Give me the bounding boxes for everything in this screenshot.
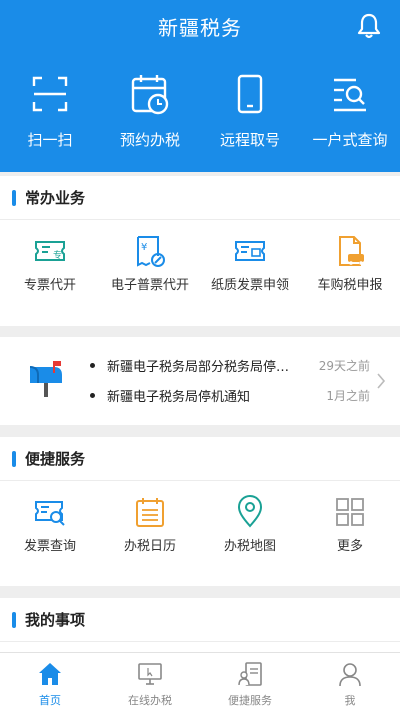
notice-time: 29天之前 — [318, 358, 370, 373]
service-icon — [238, 662, 262, 686]
list-search-icon — [334, 78, 366, 112]
tab-label: 便捷服务 — [228, 694, 272, 707]
business-item-special-invoice[interactable]: 专 专票代开 — [0, 234, 100, 295]
business-item-paper-invoice[interactable]: 纸质发票申领 — [200, 234, 300, 295]
tab-quick-service[interactable]: 便捷服务 — [200, 653, 300, 711]
service-item-more[interactable]: 更多 — [300, 495, 400, 556]
business-item-vehicle-tax[interactable]: 车购税申报 — [300, 234, 400, 295]
notice-text: 新疆电子税务局部分税务局停机通知 — [107, 359, 297, 375]
bell-icon[interactable] — [356, 12, 382, 40]
tab-me[interactable]: 我 — [300, 653, 400, 711]
business-item-label: 纸质发票申领 — [210, 278, 289, 293]
scan-icon — [32, 76, 68, 112]
invoice-search-icon — [35, 501, 65, 526]
quick-action-label: 预约办税 — [119, 131, 180, 149]
svg-text:专: 专 — [53, 249, 62, 261]
app-title: 新疆税务 — [158, 16, 242, 40]
business-item-e-invoice[interactable]: ¥ 电子普票代开 — [100, 234, 200, 295]
svg-text:¥: ¥ — [141, 242, 147, 253]
common-business-section: 常办业务 专 专票代开 ¥ 电子普票代开 纸质发票申领 车购税申报 — [0, 176, 400, 326]
bottom-tab-bar: 首页 在线办税 便捷服务 我 — [0, 652, 400, 711]
my-items-section: 我的事项 — [0, 598, 400, 652]
section-title: 常办业务 — [25, 189, 86, 207]
notice-item[interactable]: 新疆电子税务局停机通知 1月之前 — [90, 385, 370, 405]
section-header: 常办业务 — [0, 176, 400, 220]
tab-home[interactable]: 首页 — [0, 653, 100, 711]
phone-icon — [237, 74, 263, 114]
section-accent-bar — [12, 189, 16, 206]
service-item-label: 更多 — [336, 539, 363, 554]
tab-online-tax[interactable]: 在线办税 — [100, 653, 200, 711]
section-accent-bar — [12, 450, 16, 467]
quick-action-remote-number[interactable]: 远程取号 — [200, 72, 300, 150]
notice-text: 新疆电子税务局停机通知 — [107, 389, 251, 405]
user-icon — [339, 663, 361, 687]
paper-invoice-icon — [235, 241, 265, 261]
business-item-label: 电子普票代开 — [110, 278, 189, 293]
notice-time: 1月之前 — [326, 388, 370, 403]
business-item-label: 车购税申报 — [317, 278, 383, 293]
section-accent-bar — [12, 611, 16, 628]
service-item-label: 办税地图 — [223, 539, 276, 554]
grid-more-icon — [336, 498, 364, 526]
quick-action-appointment[interactable]: 预约办税 — [100, 72, 200, 150]
service-item-tax-calendar[interactable]: 办税日历 — [100, 495, 200, 556]
section-header: 我的事项 — [0, 598, 400, 642]
service-item-label: 发票查询 — [23, 539, 76, 554]
tab-label: 在线办税 — [128, 694, 172, 707]
special-invoice-icon: 专 — [35, 241, 65, 261]
notice-panel[interactable]: 新疆电子税务局部分税务局停机通知 29天之前 新疆电子税务局停机通知 1月之前 — [0, 337, 400, 425]
quick-services-grid: 发票查询 办税日历 办税地图 更多 — [0, 481, 400, 556]
service-item-label: 办税日历 — [123, 539, 176, 554]
bullet-dot — [90, 392, 95, 398]
service-item-tax-map[interactable]: 办税地图 — [200, 495, 300, 556]
calendar-clock-icon — [131, 75, 169, 115]
notice-item[interactable]: 新疆电子税务局部分税务局停机通知 29天之前 — [90, 355, 370, 375]
monitor-icon — [138, 663, 162, 685]
map-pin-icon — [237, 495, 263, 528]
section-title: 我的事项 — [25, 611, 86, 629]
chevron-right-icon — [377, 373, 386, 389]
tab-label: 首页 — [39, 694, 61, 707]
bullet-dot — [90, 362, 95, 368]
service-item-invoice-query[interactable]: 发票查询 — [0, 495, 100, 556]
quick-actions: 扫一扫 预约办税 远程取号 一户式查询 — [0, 72, 400, 150]
business-item-label: 专票代开 — [23, 278, 76, 293]
section-title: 便捷服务 — [25, 450, 86, 468]
e-invoice-icon: ¥ — [137, 236, 165, 267]
section-header: 便捷服务 — [0, 437, 400, 481]
quick-action-query[interactable]: 一户式查询 — [300, 72, 400, 150]
quick-action-scan[interactable]: 扫一扫 — [0, 72, 100, 150]
quick-action-label: 远程取号 — [219, 131, 280, 149]
quick-action-label: 扫一扫 — [27, 131, 73, 149]
quick-services-section: 便捷服务 发票查询 办税日历 办税地图 更多 — [0, 437, 400, 586]
vehicle-tax-icon — [339, 236, 364, 266]
app-header: 新疆税务 扫一扫 预约办税 远程取号 一户式查询 — [0, 0, 400, 172]
tax-calendar-icon — [136, 498, 164, 527]
common-business-grid: 专 专票代开 ¥ 电子普票代开 纸质发票申领 车购税申报 — [0, 220, 400, 295]
tab-label: 我 — [344, 694, 356, 707]
mailbox-icon — [29, 361, 62, 397]
home-icon — [39, 663, 61, 685]
quick-action-label: 一户式查询 — [312, 131, 388, 149]
